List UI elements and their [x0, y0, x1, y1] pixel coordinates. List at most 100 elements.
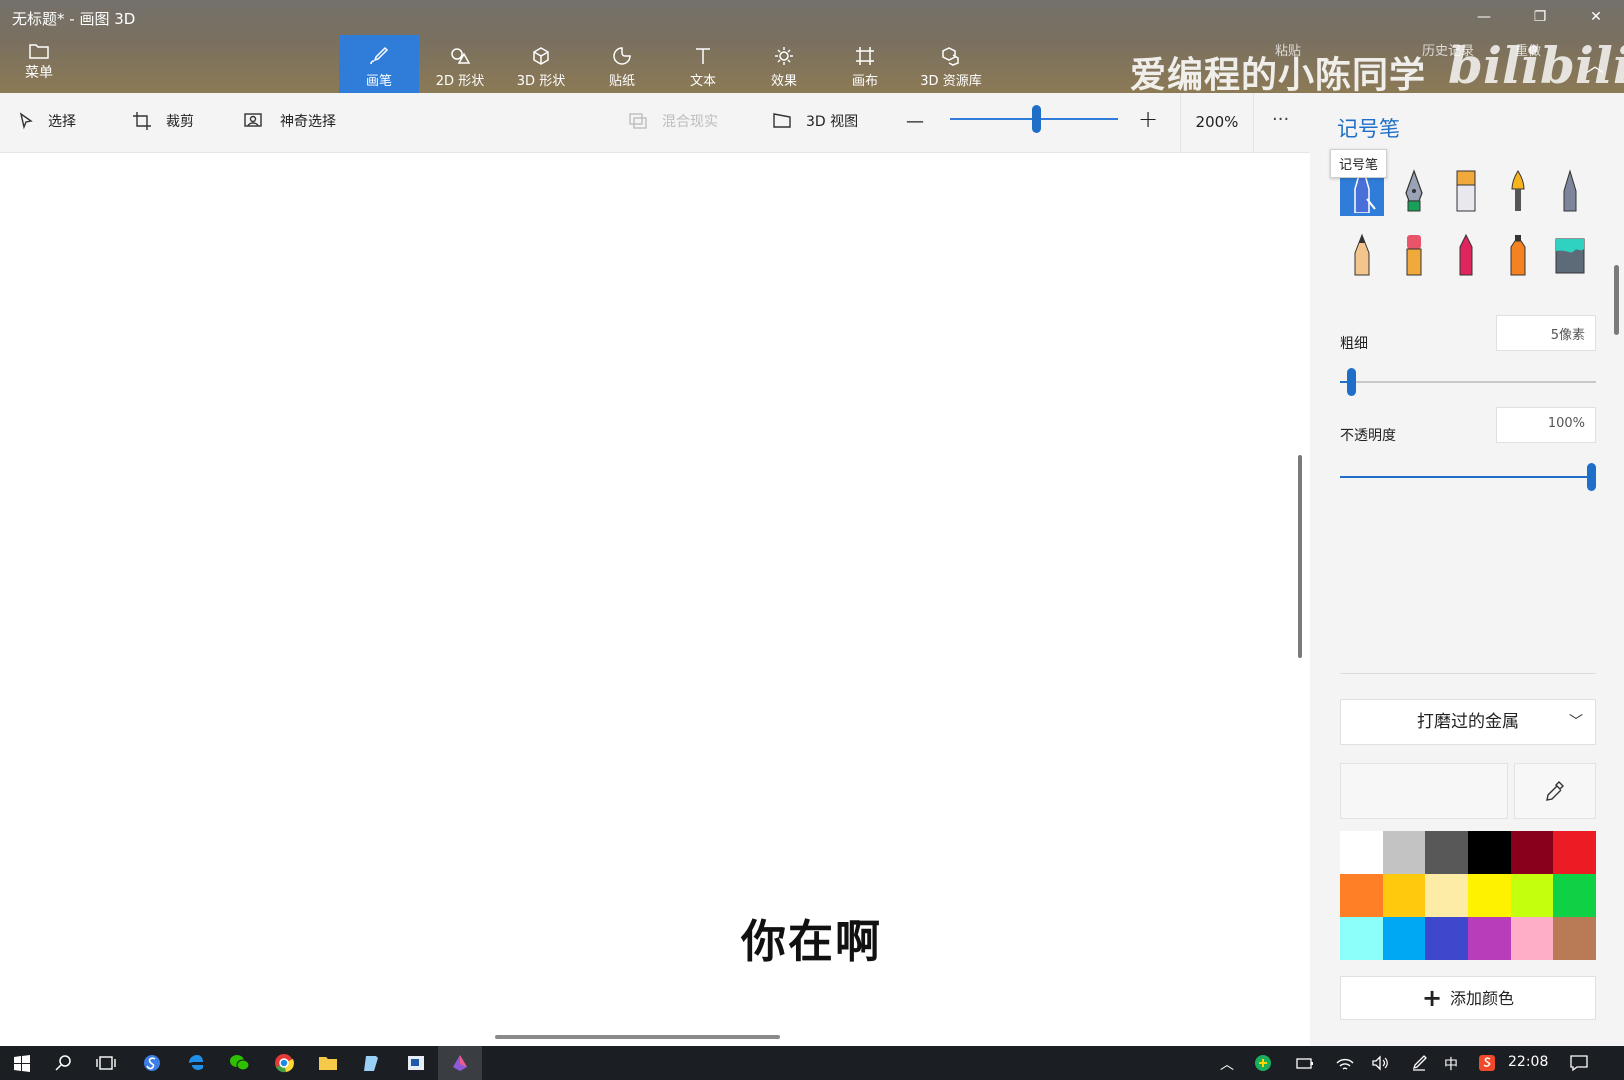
- color-swatch[interactable]: [1425, 917, 1468, 960]
- tab-stickers[interactable]: 贴纸: [582, 35, 662, 93]
- sogou-icon[interactable]: [130, 1046, 174, 1080]
- fill-bucket-icon: [1555, 238, 1585, 274]
- brush-crayon[interactable]: [1444, 230, 1488, 280]
- color-swatch[interactable]: [1553, 831, 1596, 874]
- close-button[interactable]: ✕: [1578, 6, 1614, 28]
- tab-label: 3D 资源库: [920, 74, 982, 89]
- brush-pencil[interactable]: [1340, 230, 1384, 280]
- color-swatch[interactable]: [1510, 874, 1554, 917]
- color-swatch[interactable]: [1340, 831, 1383, 874]
- zoom-level[interactable]: 200%: [1180, 93, 1254, 153]
- sub-toolbar: 选择 裁剪 神奇选择 混合现实 3D 视图 — + 200% ···: [0, 93, 1310, 153]
- wechat-icon[interactable]: [218, 1046, 262, 1080]
- tab-3d-shapes[interactable]: 3D 形状: [501, 35, 581, 93]
- battery-icon[interactable]: [1290, 1046, 1320, 1080]
- opacity-input[interactable]: 100%: [1496, 407, 1596, 443]
- cursor-icon: [19, 112, 33, 130]
- view-3d-button[interactable]: 3D 视图: [772, 111, 858, 131]
- brush-calligraphy[interactable]: [1392, 166, 1436, 216]
- crop-tool-button[interactable]: 裁剪: [132, 111, 194, 131]
- tab-label: 贴纸: [608, 74, 635, 89]
- wifi-icon[interactable]: [1330, 1046, 1360, 1080]
- brush-pixel-pen[interactable]: [1548, 166, 1592, 216]
- material-dropdown[interactable]: 打磨过的金属 ﹀: [1340, 699, 1596, 745]
- zoom-out-button[interactable]: —: [906, 111, 924, 132]
- magic-select-button[interactable]: 神奇选择: [244, 111, 336, 131]
- tab-canvas[interactable]: 画布: [825, 35, 905, 93]
- pen-workspace-icon[interactable]: [1404, 1046, 1434, 1080]
- menu-button[interactable]: 菜单: [14, 42, 64, 88]
- task-view-icon[interactable]: [84, 1046, 128, 1080]
- tab-2d-shapes[interactable]: 2D 形状: [420, 35, 500, 93]
- plus-icon: +: [1421, 984, 1443, 1012]
- minimize-button[interactable]: —: [1466, 6, 1502, 28]
- color-swatch[interactable]: [1553, 874, 1596, 917]
- input-method-indicator[interactable]: 中: [1444, 1054, 1458, 1074]
- cube-icon: [533, 47, 549, 65]
- windows-start-icon[interactable]: [0, 1046, 44, 1080]
- color-swatch[interactable]: [1425, 831, 1468, 874]
- crayon-icon: [1459, 233, 1473, 276]
- tab-label: 3D 形状: [516, 74, 566, 89]
- color-swatch[interactable]: [1382, 831, 1426, 874]
- tab-effects[interactable]: 效果: [744, 35, 824, 93]
- color-swatch[interactable]: [1382, 874, 1426, 917]
- canvas-vertical-scrollbar[interactable]: [1298, 455, 1302, 658]
- color-swatch[interactable]: [1510, 831, 1554, 874]
- tab-text[interactable]: 文本: [663, 35, 743, 93]
- collapse-ribbon-chevron-icon[interactable]: ︿: [1586, 52, 1604, 78]
- opacity-slider-thumb[interactable]: [1587, 463, 1596, 491]
- brush-fill-bucket[interactable]: [1548, 230, 1592, 280]
- color-swatch[interactable]: [1468, 831, 1511, 874]
- tray-expand-icon[interactable]: ︿: [1220, 1054, 1234, 1074]
- windows-taskbar: ︿ 中 22:08: [0, 1046, 1624, 1080]
- thickness-slider-track[interactable]: [1340, 381, 1596, 383]
- oil-brush-icon: [1456, 170, 1476, 212]
- color-swatch[interactable]: [1553, 917, 1596, 960]
- chrome-icon[interactable]: [262, 1046, 306, 1080]
- color-swatch[interactable]: [1468, 917, 1511, 960]
- tray-app-icon[interactable]: [1248, 1046, 1278, 1080]
- paint-3d-icon[interactable]: [438, 1046, 482, 1080]
- color-swatch[interactable]: [1425, 874, 1468, 917]
- color-swatch[interactable]: [1340, 917, 1383, 960]
- drawing-canvas[interactable]: [0, 153, 1310, 1046]
- view-3d-icon: [773, 113, 791, 128]
- brush-oil[interactable]: [1444, 166, 1488, 216]
- more-options-button[interactable]: ···: [1272, 109, 1289, 130]
- add-color-button[interactable]: + 添加颜色: [1340, 976, 1596, 1020]
- zoom-in-button[interactable]: +: [1138, 105, 1158, 133]
- eyedropper-button[interactable]: [1514, 763, 1596, 819]
- color-swatch[interactable]: [1468, 874, 1511, 917]
- search-icon[interactable]: [42, 1046, 86, 1080]
- color-swatch[interactable]: [1382, 917, 1426, 960]
- current-color-swatch[interactable]: [1340, 763, 1508, 819]
- video-subtitle: 你在啊: [741, 915, 883, 968]
- file-explorer-icon[interactable]: [306, 1046, 350, 1080]
- sogou-ime-icon[interactable]: [1472, 1046, 1502, 1080]
- menu-label: 菜单: [25, 65, 53, 81]
- opacity-slider-track[interactable]: [1340, 476, 1596, 478]
- action-center-icon[interactable]: [1562, 1046, 1596, 1080]
- shapes-2d-icon: [451, 48, 471, 64]
- color-swatch[interactable]: [1510, 917, 1554, 960]
- thickness-input[interactable]: 5像素: [1496, 315, 1596, 351]
- edge-icon[interactable]: [174, 1046, 218, 1080]
- brush-eraser[interactable]: [1392, 230, 1436, 280]
- color-swatch[interactable]: [1340, 874, 1383, 917]
- clock[interactable]: 22:08: [1508, 1054, 1548, 1070]
- brush-spray-can[interactable]: [1496, 230, 1540, 280]
- restore-button[interactable]: ❐: [1522, 6, 1558, 28]
- panel-scrollbar[interactable]: [1614, 265, 1619, 335]
- pencil-icon: [1354, 233, 1370, 276]
- notepad-icon[interactable]: [350, 1046, 394, 1080]
- select-tool-button[interactable]: 选择: [18, 111, 76, 131]
- tab-3d-library[interactable]: 3D 资源库: [906, 35, 996, 93]
- brush-watercolor[interactable]: [1496, 166, 1540, 216]
- zoom-slider-thumb[interactable]: [1032, 105, 1041, 133]
- volume-icon[interactable]: [1366, 1046, 1396, 1080]
- tab-brushes[interactable]: 画笔: [339, 35, 419, 93]
- thickness-slider-thumb[interactable]: [1347, 368, 1357, 396]
- app-icon[interactable]: [394, 1046, 438, 1080]
- canvas-horizontal-scrollbar[interactable]: [495, 1035, 780, 1039]
